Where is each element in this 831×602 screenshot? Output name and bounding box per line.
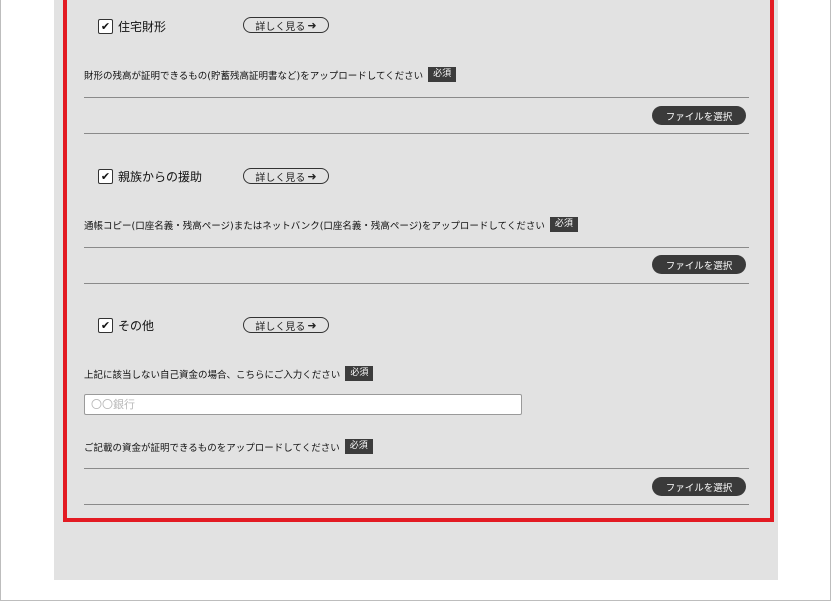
required-badge: 必須 xyxy=(428,67,457,82)
instruction-text: 上記に該当しない自己資金の場合、こちらにご入力ください xyxy=(84,369,341,381)
detail-button-label: 詳しく見る xyxy=(255,321,306,333)
checkbox-other[interactable]: ✔ xyxy=(98,318,113,333)
other-funds-input[interactable] xyxy=(84,394,522,415)
checkbox-label-family-support: 親族からの援助 xyxy=(118,170,203,184)
highlighted-form-section: ✔ 住宅財形 詳しく見る ➜ 財形の残高が証明できるもの(貯蓄残高証明書など)を… xyxy=(63,0,774,522)
checkbox-family-support[interactable]: ✔ xyxy=(98,169,113,184)
divider xyxy=(84,283,749,284)
detail-button-label: 詳しく見る xyxy=(255,172,306,184)
instruction-text: ご記載の資金が証明できるものをアップロードしてください xyxy=(84,442,340,454)
divider xyxy=(84,133,749,134)
instruction-other-input: 上記に該当しない自己資金の場合、こちらにご入力ください 必須 xyxy=(84,366,374,381)
checkbox-label-zaikei: 住宅財形 xyxy=(118,20,167,34)
required-badge: 必須 xyxy=(344,439,373,454)
checkbox-zaikei[interactable]: ✔ xyxy=(98,19,113,34)
detail-button-label: 詳しく見る xyxy=(255,21,306,33)
instruction-zaikei: 財形の残高が証明できるもの(貯蓄残高証明書など)をアップロードしてください 必須 xyxy=(84,67,457,82)
arrow-right-icon: ➜ xyxy=(307,169,317,183)
checkbox-row-zaikei[interactable]: ✔ 住宅財形 xyxy=(98,18,166,35)
instruction-text: 通帳コピー(口座名義・残高ページ)またはネットバンク(口座名義・残高ページ)をア… xyxy=(84,220,545,232)
arrow-right-icon: ➜ xyxy=(307,318,317,332)
checkbox-label-other: その他 xyxy=(118,319,155,333)
detail-button-other[interactable]: 詳しく見る ➜ xyxy=(243,317,329,333)
file-select-button-family-support[interactable]: ファイルを選択 xyxy=(652,255,746,274)
file-select-button-other[interactable]: ファイルを選択 xyxy=(652,477,746,496)
instruction-other-upload: ご記載の資金が証明できるものをアップロードしてください 必須 xyxy=(84,439,373,454)
file-select-button-zaikei[interactable]: ファイルを選択 xyxy=(652,106,746,125)
required-badge: 必須 xyxy=(345,366,374,381)
checkbox-row-family-support[interactable]: ✔ 親族からの援助 xyxy=(98,168,202,185)
divider xyxy=(84,504,749,505)
detail-button-family-support[interactable]: 詳しく見る ➜ xyxy=(243,168,329,184)
divider xyxy=(84,97,749,98)
arrow-right-icon: ➜ xyxy=(307,18,317,32)
instruction-family-support: 通帳コピー(口座名義・残高ページ)またはネットバンク(口座名義・残高ページ)をア… xyxy=(84,217,578,232)
required-badge: 必須 xyxy=(549,217,578,232)
divider xyxy=(84,468,749,469)
checkbox-row-other[interactable]: ✔ その他 xyxy=(98,317,154,334)
instruction-text: 財形の残高が証明できるもの(貯蓄残高証明書など)をアップロードしてください xyxy=(84,70,424,82)
detail-button-zaikei[interactable]: 詳しく見る ➜ xyxy=(243,17,329,33)
divider xyxy=(84,247,749,248)
